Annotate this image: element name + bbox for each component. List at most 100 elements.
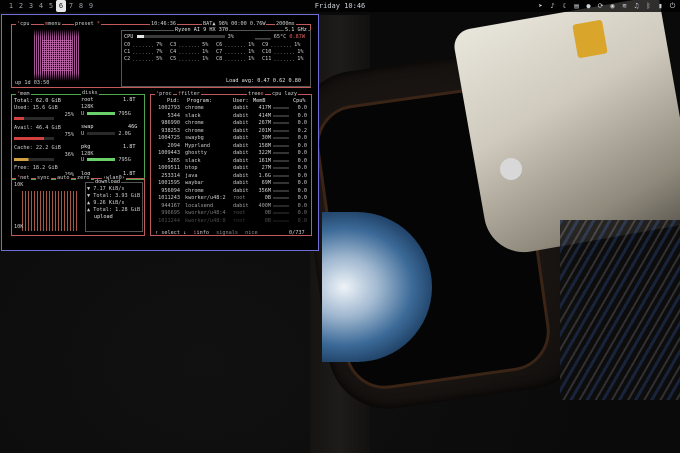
net-download-title: download	[94, 179, 121, 185]
core-label: C11	[262, 56, 272, 62]
proc-user: dabit	[233, 165, 249, 171]
proc-prog: ghostty	[185, 150, 207, 156]
proc-pid: 938253	[161, 127, 180, 134]
net-scale-top: 10K	[14, 182, 24, 188]
mem-total: Total: 62.0 GiB	[14, 98, 61, 104]
proc-pid: 2094	[167, 142, 181, 149]
menu-button[interactable]: mmenu	[44, 21, 62, 27]
mem-box-title[interactable]: ²mem	[16, 91, 31, 97]
power-icon[interactable]: ⏻	[669, 0, 676, 12]
proc-user: dabit	[233, 120, 249, 126]
core-pct: 5%	[156, 56, 163, 62]
net-ul-rate: ▲ 9.26 KiB/s	[87, 200, 125, 206]
btop-terminal-window[interactable]: ¹cpu mmenu preset * 10:46:36 BAT▲ 98% 00…	[1, 14, 319, 251]
net-sync-button[interactable]: sync	[36, 175, 51, 181]
proc-prog: Hyprland	[185, 142, 210, 149]
proc-prog: chrome	[185, 120, 204, 126]
record-icon[interactable]: ●	[585, 0, 592, 12]
proc-cpu-bar	[273, 167, 289, 169]
battery-icon[interactable]: ▮	[657, 0, 664, 12]
proc-user: dabit	[233, 180, 249, 186]
proc-user: root	[233, 217, 246, 224]
disks-box-title[interactable]: disks	[81, 90, 99, 96]
disk-root: root 1.8T	[81, 97, 136, 103]
proc-cpu: 0.0	[297, 120, 307, 126]
core-pct: 7%	[156, 42, 163, 48]
proc-cpu: 0.0	[297, 217, 307, 224]
proc-select-button[interactable]: ↑ select ↓	[155, 230, 186, 236]
proc-pid: 1001595	[158, 180, 180, 186]
cpu-usage-graph-core	[42, 39, 72, 71]
proc-mem: 69M	[261, 180, 271, 186]
preset-button[interactable]: preset *	[74, 21, 101, 27]
proc-user: dabit	[233, 142, 249, 149]
proc-mem: 417M	[258, 105, 272, 111]
core-label: C4	[170, 49, 177, 55]
disk-swap-used: U 2.0G	[81, 131, 131, 137]
proc-pid: 1009511	[158, 165, 180, 171]
proc-mem: 400M	[258, 202, 272, 209]
disk-root-used: U 795G	[81, 111, 131, 117]
wifi-icon[interactable]: ≋	[621, 0, 628, 12]
globe-icon[interactable]: ◉	[609, 0, 616, 12]
volume-icon[interactable]: ♫	[633, 0, 640, 12]
proc-nice-button[interactable]: nice	[245, 230, 258, 236]
bluetooth-icon[interactable]: ᛒ	[645, 0, 652, 12]
core-pct: 1%	[248, 49, 255, 55]
core-bar: .......	[132, 43, 155, 49]
proc-mem: 356M	[258, 187, 272, 194]
proc-mem: 0B	[264, 217, 271, 224]
net-box-title[interactable]: ³net	[16, 175, 31, 181]
cpu-core-c3: C3....... 5%	[170, 42, 208, 49]
proc-user: dabit	[233, 105, 249, 111]
moon-icon[interactable]: ☾	[561, 0, 568, 12]
proc-cpu: 0.0	[297, 142, 307, 149]
core-pct: 1%	[248, 56, 255, 62]
proc-pid: 986990	[161, 120, 180, 126]
cpu-core-c4: C4....... 1%	[170, 49, 208, 56]
mem-avail-bar	[14, 137, 54, 140]
core-pct: 1%	[248, 42, 255, 48]
proc-mem: 322M	[258, 150, 272, 156]
proc-cpu: 0.0	[297, 202, 307, 209]
proc-user: dabit	[233, 112, 249, 119]
proc-mem: 201M	[258, 127, 272, 134]
proc-cpu-bar	[273, 182, 289, 184]
core-bar: .......	[224, 43, 247, 49]
send-icon[interactable]: ➤	[537, 0, 544, 12]
mem-cache-bar	[14, 158, 54, 161]
clipboard-icon[interactable]: ▤	[573, 0, 580, 12]
proc-cpu-bar	[273, 122, 289, 124]
proc-prog: chrome	[185, 105, 204, 111]
proc-tree-toggle[interactable]: treee	[247, 91, 265, 97]
proc-prog: swaybg	[185, 135, 204, 141]
cpu-freq: 5.1 GHz	[284, 27, 308, 33]
cpu-detail-panel: Ryzen AI 9 HX 370 5.1 GHz CPU 3% ▁▁▁▁▁ 6…	[121, 27, 311, 87]
network-traffic-graph	[22, 191, 77, 231]
core-bar: .......	[273, 50, 296, 56]
proc-mem: 0B	[264, 210, 271, 216]
process-panel: ⁴proc ffilter treee cpu lazy Pid: Progra…	[150, 91, 312, 236]
sync-icon[interactable]: ⟳	[597, 0, 604, 12]
net-auto-button[interactable]: auto	[56, 175, 71, 181]
bell-icon[interactable]: ♪	[549, 0, 556, 12]
proc-sort[interactable]: cpu lazy	[271, 91, 298, 97]
proc-prog: chrome	[185, 127, 204, 134]
proc-cpu: 0.0	[297, 165, 307, 171]
proc-cpu-bar	[273, 174, 289, 177]
mem-free: Free: 18.2 GiB	[14, 165, 58, 171]
proc-filter[interactable]: ffilter	[177, 91, 201, 97]
proc-box-title[interactable]: ⁴proc	[155, 91, 173, 97]
core-pct: 1%	[202, 56, 209, 62]
cpu-panel: ¹cpu mmenu preset * 10:46:36 BAT▲ 98% 00…	[11, 21, 311, 88]
core-label: C1	[124, 49, 131, 55]
proc-cpu-bar	[273, 129, 289, 132]
cpu-core-c8: C8....... 1%	[216, 56, 255, 63]
cpu-box-title[interactable]: ¹cpu	[16, 21, 31, 27]
proc-signals-button[interactable]: signals	[216, 230, 238, 236]
core-pct: 7%	[156, 49, 163, 55]
proc-info-button[interactable]: iinfo	[193, 230, 209, 236]
proc-prog: kworker/u48:4	[185, 210, 226, 216]
cpu-total-row: CPU 3% ▁▁▁▁▁ 65°C 0.87W	[124, 34, 305, 40]
net-zero-button[interactable]: zero	[76, 175, 91, 181]
